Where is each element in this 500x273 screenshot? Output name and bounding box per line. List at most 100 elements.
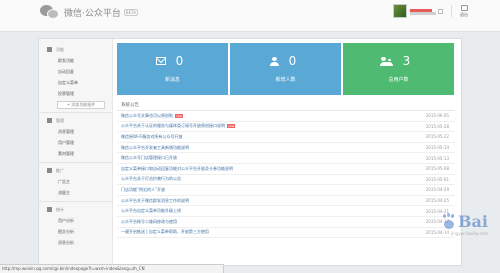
notice-row[interactable]: 微信摇Wi-Fi服务对所有公众号开放 2015-05-22 [117,132,455,143]
notice-date: 2015-05-01 [425,176,449,182]
sidebar-group-title: 推广 [56,167,64,173]
notice-row[interactable]: 公众平台关于微信群发消息工作的说明 2015-04-25 [117,196,455,207]
notice-title: 微信公众号门店管理接口已开放 [121,155,177,161]
logout-label: 退出 [460,11,468,17]
sidebar-item-vote[interactable]: 投票管理 [47,88,112,99]
notice-link[interactable]: 公众平台关于打击抄袭行为的公告 [121,176,181,182]
sidebar-group-stats: 统计 用户分析 图文分析 消息分析 [39,204,112,248]
tile-label: 新增人数 [275,77,296,83]
sidebar-item-auto-reply[interactable]: 自动回复 [47,66,112,77]
sidebar-item-article-analysis[interactable]: 图文分析 [47,226,112,237]
divider [451,5,452,17]
tile-new-followers[interactable]: 0 新增人数 [230,43,341,95]
new-badge: new [227,124,236,129]
logout-icon [460,4,468,11]
notice-link[interactable]: 微信公众平台开发者工具新增功能说明 [121,145,189,151]
mail-icon[interactable] [438,8,443,14]
tile-value: 3 [402,54,411,68]
watermark-sub: jingyan.baidu.com [451,231,488,236]
sidebar-item-users[interactable]: 用户管理 [47,137,112,148]
notice-row[interactable]: 公众平台关于认证的服务与媒体类订阅号开放原创接口说明 new 2015-05-28 [117,122,455,133]
notice-title: 公众平台自定义菜单功能升级上线 [121,208,181,214]
notice-date: 2015-05-08 [425,166,449,172]
notice-title: 自定义菜单接口和自动回复功能对公众平台开放及卡券功能说明 [121,165,233,171]
wechat-logo-icon [40,5,60,20]
notice-title: 微信摇Wi-Fi服务对所有公众号开放 [121,133,183,139]
sidebar-item-materials[interactable]: 素材管理 [47,148,112,159]
logo-text: 微信·公众平台 [64,9,121,19]
notice-row[interactable]: 门店功能“附近的人”开放 2015-04-29 [117,185,455,196]
notice-date: 2015-05-13 [425,155,449,161]
tile-value: 0 [288,54,297,68]
chart-icon [47,207,52,212]
notice-title: 一键开启推送 | 自定义菜单帮助，开放第三方使用 [121,229,209,235]
new-badge: new [175,113,184,118]
watermark-text: Bai [458,212,488,231]
notice-title: 公众平台关于打击抄袭行为的公告 [121,176,181,182]
sidebar-item-message-analysis[interactable]: 消息分析 [47,237,112,248]
notice-title: 公众平台关于认证的服务与媒体类订阅号开放原创接口说明 [121,123,225,129]
sidebar-item-user-analysis[interactable]: 用户分析 [47,215,112,226]
notice-row[interactable]: 微信公众号门店管理接口已开放 2015-05-13 [117,153,455,164]
notice-link[interactable]: 自定义菜单接口和自动回复功能对公众平台开放及卡券功能说明 [121,166,233,172]
top-bar: 微信·公众平台 BETA 退出 [0,0,500,32]
browser-status-bar: http://mp.weixin.qq.com/cgi-bin/indexpag… [0,264,224,273]
stats-tiles: 0 新消息 0 新增人数 3 总用户数 [117,43,454,95]
sidebar-group-manage: 管理 消息管理 用户管理 素材管理 [39,115,112,159]
notice-link[interactable]: 微信公众号门店管理接口已开放 [121,155,177,161]
notice-link[interactable]: 公众平台自定义菜单功能升级上线 [121,208,181,214]
notice-row[interactable]: 公众平台关于打击抄袭行为的公告 2015-05-01 [117,175,455,186]
notice-row[interactable]: 微信公众号文章也可以原创啦 new 2015-06-05 [117,111,455,122]
logout-button[interactable]: 退出 [460,4,468,18]
sidebar-group-title: 功能 [56,46,64,52]
notice-row[interactable]: 公众平台自定义菜单功能升级上线 2015-04-21 [117,206,455,217]
grid-icon [47,47,52,52]
tile-label: 新消息 [164,77,180,83]
notice-list: 微信公众号文章也可以原创啦 new 2015-06-05 公众平台关于认证的服务与媒体… [117,111,455,239]
notice-title: 微信公众平台开发者工具新增功能说明 [121,144,189,150]
notice-row[interactable]: 微信公众平台开发者工具新增功能说明 2015-05-14 [117,143,455,154]
sidebar-item-messages[interactable]: 消息管理 [47,126,112,137]
notice-row[interactable]: 自定义菜单接口和自动回复功能对公众平台开放及卡券功能说明 2015-05-08 [117,164,455,175]
account-avatar[interactable] [393,4,407,18]
add-plugin-button[interactable]: + 添加功能插件 [57,101,105,109]
notice-link[interactable]: 微信公众号文章也可以原创啦 new [121,113,184,119]
sidebar-item-custom-menu[interactable]: 自定义菜单 [47,77,112,88]
notice-link[interactable]: 一键开启推送 | 自定义菜单帮助，开放第三方使用 [121,229,209,235]
notice-link[interactable]: 微信摇Wi-Fi服务对所有公众号开放 [121,134,183,140]
notice-link[interactable]: 公众平台关于认证的服务与媒体类订阅号开放原创接口说明 new [121,123,236,129]
divider [39,112,112,113]
sidebar-group-promote: 推广 广告主 流量主 [39,165,112,198]
notice-title: 公众平台关于微信群发消息工作的说明 [121,197,189,203]
notice-title: 公众平台帐号二维码修改与使用 [121,218,177,224]
sidebar-group-header: 功能 [47,44,112,55]
folder-icon [47,118,52,123]
notice-date: 2015-05-14 [425,145,449,151]
divider [39,201,112,202]
megaphone-icon [47,168,52,173]
main-panel: 功能 群发功能 自动回复 自定义菜单 投票管理 + 添加功能插件 管理 消息管理… [38,38,462,266]
sidebar-item-publisher[interactable]: 流量主 [47,187,112,198]
sidebar-group-header: 统计 [47,204,112,215]
sidebar-item-mass-send[interactable]: 群发功能 [47,55,112,66]
sidebar-group-header: 管理 [47,115,112,126]
tile-label: 总用户数 [388,77,409,83]
notice-row[interactable]: 一键开启推送 | 自定义菜单帮助，开放第三方使用 2015-04-14 [117,228,455,239]
divider [39,162,112,163]
sidebar-item-advertiser[interactable]: 广告主 [47,176,112,187]
notice-title: 门店功能“附近的人”开放 [121,186,166,192]
tile-total-users[interactable]: 3 总用户数 [343,43,454,95]
notice-date: 2015-05-22 [425,134,449,140]
beta-badge: BETA [123,9,139,16]
baidu-paw-icon [442,213,456,230]
notice-link[interactable]: 门店功能“附近的人”开放 [121,187,165,193]
platform-logo[interactable]: 微信·公众平台 BETA [40,5,139,20]
sidebar-group-header: 推广 [47,165,112,176]
notice-link[interactable]: 公众平台关于微信群发消息工作的说明 [121,198,189,204]
notice-link[interactable]: 公众平台帐号二维码修改与使用 [121,219,177,225]
notice-row[interactable]: 公众平台帐号二维码修改与使用 2015-04-17 [117,217,455,228]
sidebar-group-title: 管理 [56,117,64,123]
tile-new-messages[interactable]: 0 新消息 [117,43,228,95]
account-area: 退出 [393,4,468,18]
baidu-watermark: Bai jingyan.baidu.com [442,212,488,236]
